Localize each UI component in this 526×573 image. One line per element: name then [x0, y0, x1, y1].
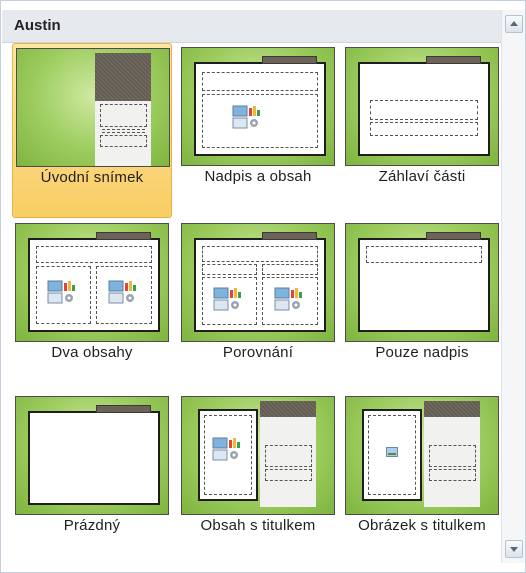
layout-label: Porovnání — [222, 344, 294, 361]
layout-tile-section-header[interactable]: Záhlaví části — [342, 43, 502, 218]
layout-tile-blank[interactable]: Prázdný — [12, 392, 172, 567]
layout-thumbnail — [345, 396, 499, 515]
layout-thumbnail — [15, 396, 169, 515]
layout-label: Prázdný — [63, 517, 121, 534]
layout-tile-comparison[interactable]: Porovnání — [178, 219, 338, 394]
scroll-down-button[interactable] — [505, 540, 523, 558]
scroll-up-button[interactable] — [505, 15, 523, 33]
layout-label: Úvodní snímek — [40, 169, 144, 186]
layout-thumbnail — [345, 47, 499, 166]
layout-tile-content-with-caption[interactable]: Obsah s titulkem — [178, 392, 338, 567]
layout-thumbnail — [15, 223, 169, 342]
layout-tile-title-slide[interactable]: Úvodní snímek — [12, 43, 172, 218]
layout-thumbnail — [181, 223, 335, 342]
content-placeholder-icon — [274, 287, 302, 311]
layout-label: Obsah s titulkem — [200, 517, 316, 534]
layout-label: Nadpis a obsah — [204, 168, 312, 185]
layout-gallery: Austin Úvodní snímek Nadpis a obsah Záhl… — [0, 0, 526, 573]
layout-label: Obrázek s titulkem — [358, 517, 486, 534]
content-placeholder-icon — [213, 287, 241, 311]
layout-tile-title-and-content[interactable]: Nadpis a obsah — [178, 43, 338, 218]
content-placeholder-icon — [232, 105, 260, 129]
section-title: Austin — [14, 17, 61, 34]
picture-placeholder-icon — [386, 447, 398, 457]
layout-tile-title-only[interactable]: Pouze nadpis — [342, 219, 502, 394]
layout-thumbnail — [16, 48, 170, 167]
layout-label: Pouze nadpis — [375, 344, 469, 361]
scroll-down-icon — [510, 547, 518, 552]
scroll-up-icon — [510, 21, 518, 26]
section-header: Austin — [2, 10, 502, 43]
layout-tile-picture-with-caption[interactable]: Obrázek s titulkem — [342, 392, 502, 567]
layout-thumbnail — [181, 396, 335, 515]
content-placeholder-icon — [47, 280, 75, 304]
vertical-scrollbar[interactable] — [501, 10, 525, 563]
layout-thumbnail — [345, 223, 499, 342]
layout-label: Záhlaví části — [378, 168, 466, 185]
content-placeholder-icon — [108, 280, 136, 304]
layout-tile-two-content[interactable]: Dva obsahy — [12, 219, 172, 394]
layout-thumbnail — [181, 47, 335, 166]
content-placeholder-icon — [212, 437, 240, 461]
layout-label: Dva obsahy — [51, 344, 133, 361]
